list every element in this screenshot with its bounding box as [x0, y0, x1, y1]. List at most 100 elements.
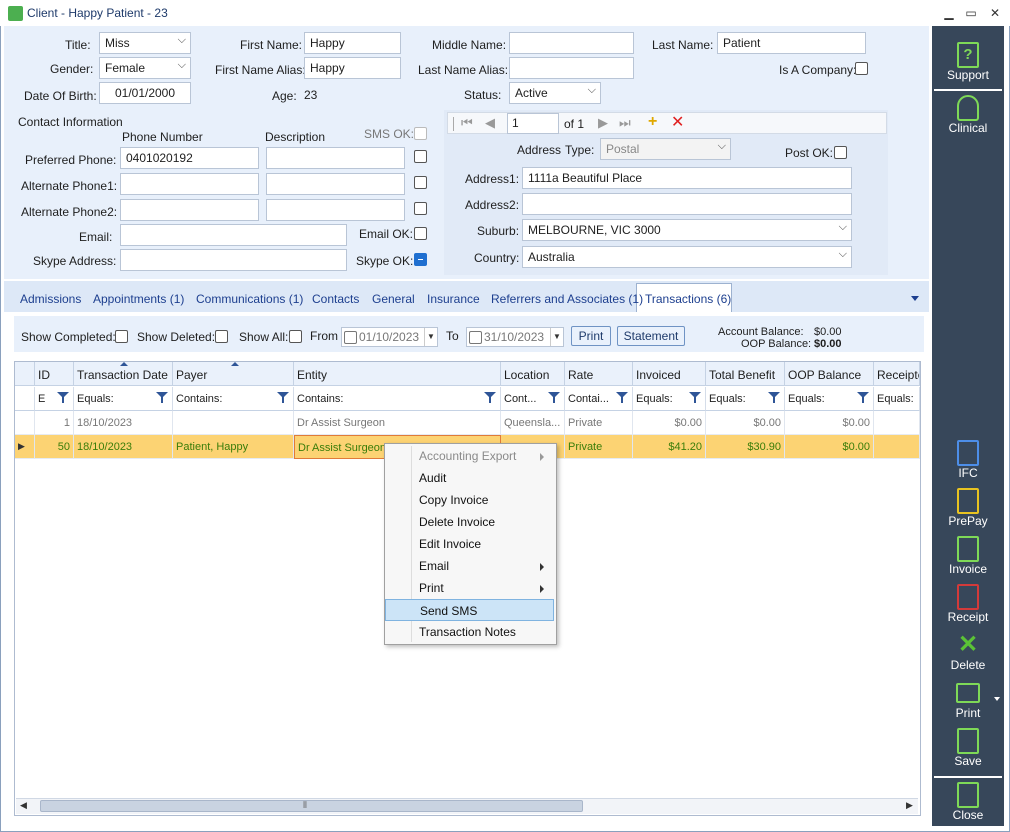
- menu-item-email[interactable]: Email: [385, 555, 554, 577]
- table-cell[interactable]: $0.00: [633, 411, 706, 435]
- filter-icon[interactable]: [57, 392, 69, 403]
- show-completed-checkbox[interactable]: [115, 330, 128, 343]
- save-button[interactable]: Save: [932, 728, 1004, 768]
- filter-icon[interactable]: [689, 392, 701, 403]
- record-number-field[interactable]: 1: [507, 113, 559, 134]
- filter-date[interactable]: Equals:: [74, 387, 173, 411]
- first-alias-field[interactable]: Happy: [304, 57, 401, 79]
- filter-benefit[interactable]: Equals:: [706, 387, 785, 411]
- filter-location[interactable]: Cont...: [501, 387, 565, 411]
- filter-icon[interactable]: [156, 392, 168, 403]
- tab-overflow-icon[interactable]: [911, 296, 919, 301]
- table-cell[interactable]: 18/10/2023: [74, 411, 173, 435]
- alt1-sms-checkbox[interactable]: [414, 176, 427, 189]
- filter-icon[interactable]: [484, 392, 496, 403]
- table-cell[interactable]: Dr Assist Surgeon: [294, 411, 501, 435]
- alt-phone1-description[interactable]: [266, 173, 405, 195]
- email-ok-checkbox[interactable]: [414, 227, 427, 240]
- show-all-checkbox[interactable]: [289, 330, 302, 343]
- country-select[interactable]: Australia: [522, 246, 852, 268]
- tab-general[interactable]: General: [372, 292, 415, 306]
- scrollbar-thumb[interactable]: [40, 800, 583, 812]
- suburb-select[interactable]: MELBOURNE, VIC 3000: [522, 219, 852, 241]
- menu-item-send-sms[interactable]: Send SMS: [385, 599, 554, 621]
- filter-icon[interactable]: [616, 392, 628, 403]
- col-header-total-benefit[interactable]: Total Benefit: [706, 362, 785, 386]
- preferred-phone-field[interactable]: 0401020192: [120, 147, 259, 169]
- col-header-receipted[interactable]: Receipte: [874, 362, 920, 386]
- print-dropdown-icon[interactable]: [994, 697, 1000, 701]
- skype-field[interactable]: [120, 249, 347, 271]
- last-alias-field[interactable]: [509, 57, 634, 79]
- tab-admissions[interactable]: Admissions: [20, 292, 81, 306]
- filter-icon[interactable]: [768, 392, 780, 403]
- table-cell[interactable]: [874, 411, 920, 435]
- col-header-invoiced[interactable]: Invoiced: [633, 362, 706, 386]
- table-cell[interactable]: Patient, Happy: [173, 435, 294, 459]
- menu-item-delete-invoice[interactable]: Delete Invoice: [385, 511, 554, 533]
- skype-ok-checkbox[interactable]: [414, 253, 427, 266]
- tab-appointments[interactable]: Appointments (1): [93, 292, 184, 306]
- address-type-select[interactable]: Postal: [600, 138, 731, 160]
- table-cell[interactable]: $0.00: [785, 435, 874, 459]
- clinical-button[interactable]: Clinical: [932, 95, 1004, 135]
- scroll-left-icon[interactable]: ◀: [20, 800, 27, 811]
- previous-record-icon[interactable]: ◀: [485, 115, 495, 131]
- tab-communications[interactable]: Communications (1): [196, 292, 303, 306]
- col-header-entity[interactable]: Entity: [294, 362, 501, 386]
- to-date-checkbox[interactable]: [469, 331, 482, 344]
- prepay-button[interactable]: PrePay: [932, 488, 1004, 528]
- menu-item-edit-invoice[interactable]: Edit Invoice: [385, 533, 554, 555]
- preferred-sms-checkbox[interactable]: [414, 150, 427, 163]
- table-cell[interactable]: 50: [35, 435, 74, 459]
- address1-field[interactable]: 1111a Beautiful Place: [522, 167, 852, 189]
- statement-button[interactable]: Statement: [617, 326, 685, 346]
- table-cell[interactable]: 1: [35, 411, 74, 435]
- to-date-dropdown-icon[interactable]: ▼: [550, 328, 563, 346]
- status-select[interactable]: Active: [509, 82, 601, 104]
- table-cell[interactable]: $30.90: [706, 435, 785, 459]
- last-record-icon[interactable]: ⏭: [619, 115, 631, 131]
- tab-insurance[interactable]: Insurance: [427, 292, 480, 306]
- table-cell[interactable]: [173, 411, 294, 435]
- table-cell[interactable]: $41.20: [633, 435, 706, 459]
- table-cell[interactable]: 18/10/2023: [74, 435, 173, 459]
- col-header-rate[interactable]: Rate: [565, 362, 633, 386]
- filter-id[interactable]: E: [35, 387, 74, 411]
- is-company-checkbox[interactable]: [855, 62, 868, 75]
- show-deleted-checkbox[interactable]: [215, 330, 228, 343]
- email-field[interactable]: [120, 224, 347, 246]
- filter-receipted[interactable]: Equals:: [874, 387, 920, 411]
- filter-payer[interactable]: Contains:: [173, 387, 294, 411]
- add-address-icon[interactable]: +: [648, 113, 657, 131]
- close-button[interactable]: Close: [932, 782, 1004, 822]
- col-header-id[interactable]: ID: [35, 362, 74, 386]
- support-button[interactable]: ? Support: [932, 42, 1004, 82]
- table-cell[interactable]: Private: [565, 435, 633, 459]
- invoice-button[interactable]: Invoice: [932, 536, 1004, 576]
- table-cell[interactable]: [874, 435, 920, 459]
- scroll-right-icon[interactable]: ▶: [906, 800, 913, 811]
- table-cell[interactable]: $0.00: [706, 411, 785, 435]
- filter-icon[interactable]: [857, 392, 869, 403]
- from-date-checkbox[interactable]: [344, 331, 357, 344]
- middle-name-field[interactable]: [509, 32, 634, 54]
- table-cell[interactable]: Queensla...: [501, 411, 565, 435]
- gender-select[interactable]: Female: [99, 57, 191, 79]
- preferred-phone-description[interactable]: [266, 147, 405, 169]
- filter-invoiced[interactable]: Equals:: [633, 387, 706, 411]
- alt-phone2-description[interactable]: [266, 199, 405, 221]
- alt-phone1-field[interactable]: [120, 173, 259, 195]
- address2-field[interactable]: [522, 193, 852, 215]
- delete-button[interactable]: ✕ Delete: [932, 632, 1004, 673]
- last-name-field[interactable]: Patient: [717, 32, 866, 54]
- title-select[interactable]: Miss: [99, 32, 191, 54]
- table-cell[interactable]: $0.00: [785, 411, 874, 435]
- post-ok-checkbox[interactable]: [834, 146, 847, 159]
- minimize-button[interactable]: ▁: [941, 5, 957, 21]
- filter-rate[interactable]: Contai...: [565, 387, 633, 411]
- delete-address-icon[interactable]: ✕: [671, 112, 684, 132]
- alt-phone2-field[interactable]: [120, 199, 259, 221]
- filter-oop[interactable]: Equals:: [785, 387, 874, 411]
- ifc-button[interactable]: IFC: [932, 440, 1004, 480]
